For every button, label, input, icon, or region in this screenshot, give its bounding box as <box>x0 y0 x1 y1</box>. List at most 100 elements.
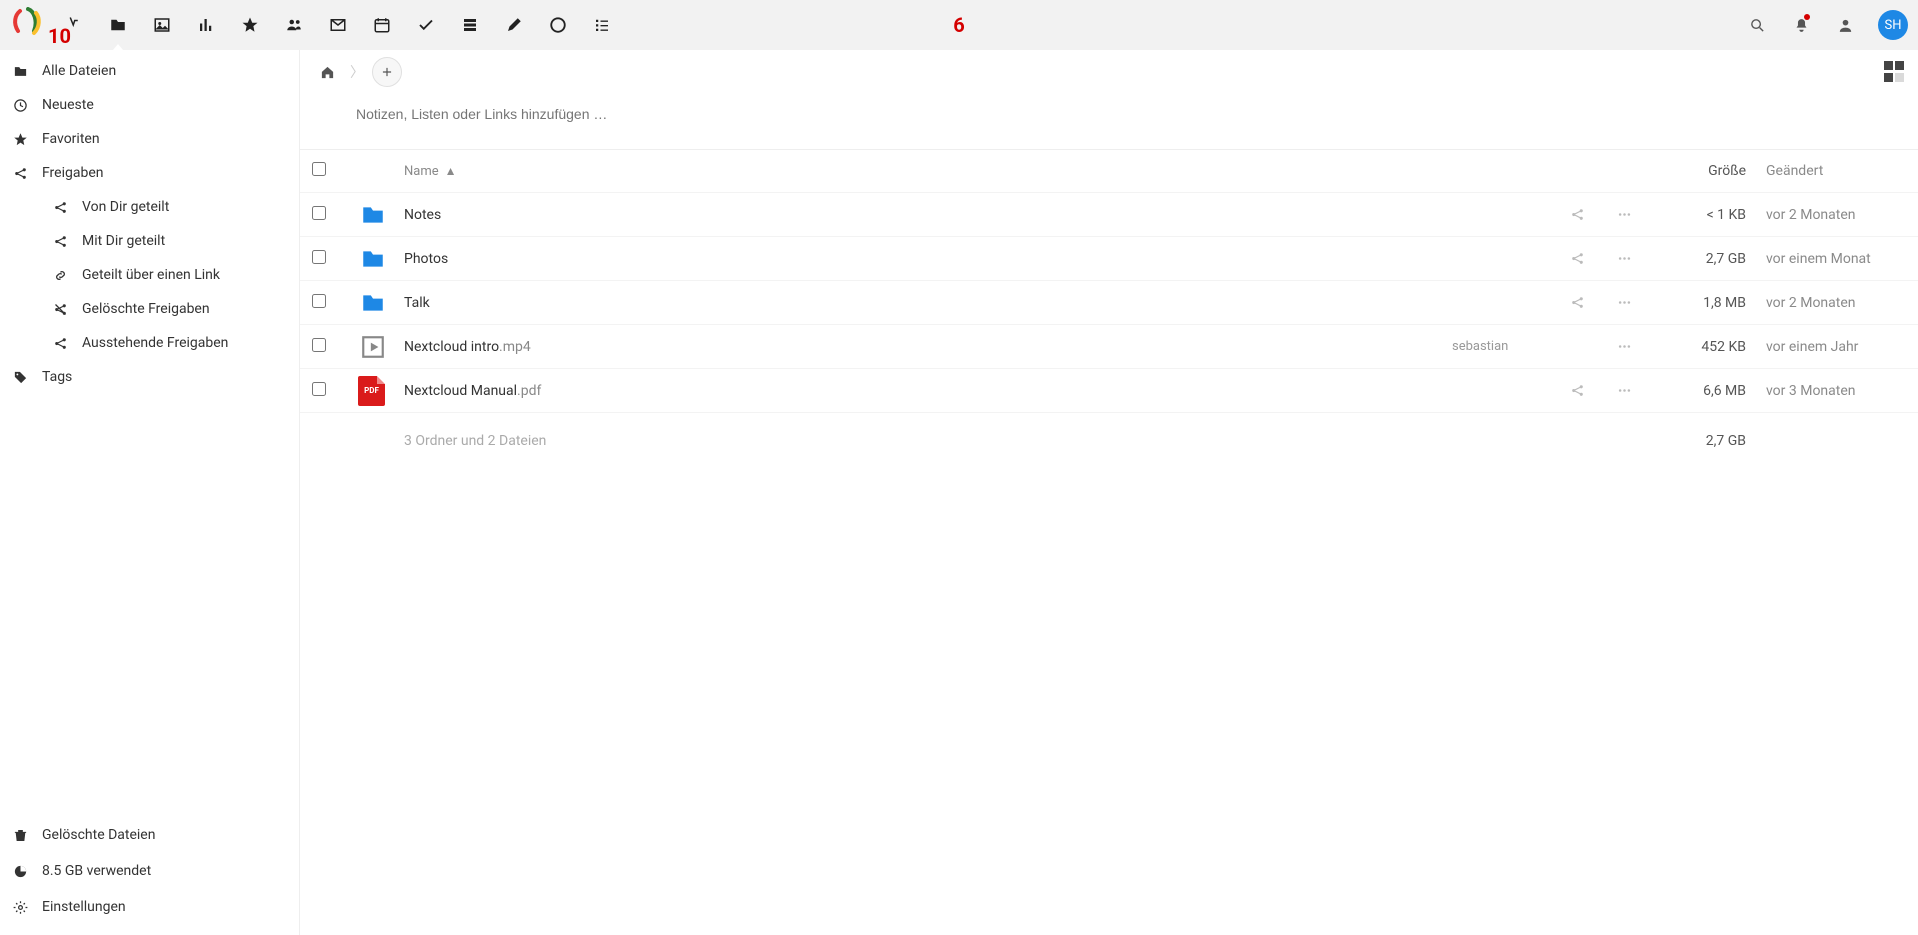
sidebar-item-trash[interactable]: Gelöschte Dateien <box>0 817 299 853</box>
file-row[interactable]: Notes< 1 KBvor 2 Monaten <box>300 193 1918 237</box>
topbar-right: SH <box>1740 8 1908 42</box>
file-modified: vor einem Monat <box>1756 251 1906 267</box>
sidebar-list: Alle Dateien Neueste Favoriten Freigaben… <box>0 54 299 394</box>
folder-icon <box>12 64 28 79</box>
tag-icon <box>12 370 28 385</box>
more-icon[interactable] <box>1602 251 1646 266</box>
app-contacts-icon[interactable] <box>272 0 316 50</box>
annotation-6: 6 <box>953 13 964 37</box>
breadcrumb: 〉 <box>300 50 1918 94</box>
sidebar-item-shares[interactable]: Freigaben <box>0 156 299 190</box>
row-checkbox[interactable] <box>312 250 326 264</box>
sidebar-label: Tags <box>42 369 72 385</box>
more-icon[interactable] <box>1602 295 1646 310</box>
app-deck-icon[interactable] <box>448 0 492 50</box>
row-checkbox[interactable] <box>312 382 326 396</box>
sidebar-subitem-deleted-shares[interactable]: Gelöschte Freigaben <box>0 292 299 326</box>
sidebar-subitem-shared-with-you[interactable]: Mit Dir geteilt <box>0 224 299 258</box>
app-calendar-icon[interactable] <box>360 0 404 50</box>
file-size: 452 KB <box>1646 339 1756 355</box>
app-talk-icon[interactable] <box>536 0 580 50</box>
sidebar-subitem-shared-link[interactable]: Geteilt über einen Link <box>0 258 299 292</box>
sidebar-item-tags[interactable]: Tags <box>0 360 299 394</box>
sidebar-item-all-files[interactable]: Alle Dateien <box>0 54 299 88</box>
content: Alle Dateien Neueste Favoriten Freigaben… <box>0 50 1918 935</box>
app-favorites-icon[interactable] <box>228 0 272 50</box>
app-mail-icon[interactable] <box>316 0 360 50</box>
app-stats-icon[interactable] <box>184 0 228 50</box>
sidebar-subitem-pending-shares[interactable]: Ausstehende Freigaben <box>0 326 299 360</box>
notification-dot <box>1804 14 1810 20</box>
link-icon <box>52 268 68 283</box>
select-all-checkbox[interactable] <box>312 162 326 176</box>
more-icon[interactable] <box>1602 207 1646 222</box>
file-name[interactable]: Notes <box>404 207 441 223</box>
file-row[interactable]: PDFNextcloud Manual.pdf6,6 MBvor 3 Monat… <box>300 369 1918 413</box>
add-button[interactable] <box>372 57 402 87</box>
trash-icon <box>12 828 28 843</box>
search-button[interactable] <box>1740 8 1774 42</box>
shared-by-label: sebastian <box>1452 339 1508 354</box>
sort-arrow-icon: ▲ <box>445 164 457 178</box>
sidebar-label: Einstellungen <box>42 899 126 915</box>
row-checkbox[interactable] <box>312 206 326 220</box>
topbar-apps <box>10 0 624 50</box>
more-icon[interactable] <box>1602 339 1646 354</box>
avatar[interactable]: SH <box>1878 10 1908 40</box>
file-modified: vor 2 Monaten <box>1756 207 1906 223</box>
sidebar-label: Neueste <box>42 97 94 113</box>
file-name[interactable]: Talk <box>404 295 430 311</box>
column-size[interactable]: Größe <box>1646 163 1756 179</box>
sidebar-sublabel: Mit Dir geteilt <box>82 233 165 249</box>
summary-size: 2,7 GB <box>1646 433 1756 449</box>
app-more-icon[interactable] <box>580 0 624 50</box>
sidebar-item-settings[interactable]: Einstellungen <box>0 889 299 925</box>
sidebar-subitem-shared-by-you[interactable]: Von Dir geteilt <box>0 190 299 224</box>
share-icon <box>52 200 68 215</box>
file-name[interactable]: Photos <box>404 251 448 267</box>
summary-text: 3 Ordner und 2 Dateien <box>404 433 1452 449</box>
file-thumb <box>358 334 404 360</box>
share-icon[interactable] <box>1552 207 1602 222</box>
notes-input[interactable] <box>356 106 1862 122</box>
app-photos-icon[interactable] <box>140 0 184 50</box>
row-checkbox[interactable] <box>312 294 326 308</box>
file-thumb <box>358 202 404 228</box>
unshare-icon <box>52 302 68 317</box>
star-icon <box>12 132 28 147</box>
share-icon[interactable] <box>1552 295 1602 310</box>
file-thumb: PDF <box>358 376 404 406</box>
share-icon <box>52 336 68 351</box>
app-tasks-icon[interactable] <box>404 0 448 50</box>
file-row[interactable]: Photos 2,7 GBvor einem Monat <box>300 237 1918 281</box>
share-icon[interactable] <box>1552 383 1602 398</box>
view-toggle-grid[interactable] <box>1884 61 1906 83</box>
share-icon <box>52 234 68 249</box>
column-modified[interactable]: Geändert <box>1756 163 1906 179</box>
file-row[interactable]: Nextcloud intro.mp4sebastian452 KBvor ei… <box>300 325 1918 369</box>
file-thumb <box>358 246 404 272</box>
column-name[interactable]: Name ▲ <box>404 164 1452 179</box>
notifications-button[interactable] <box>1784 8 1818 42</box>
file-name[interactable]: Nextcloud Manual.pdf <box>404 383 541 399</box>
home-icon[interactable] <box>312 57 342 87</box>
app-files-icon[interactable] <box>96 0 140 50</box>
annotation-10: 10 <box>48 24 71 48</box>
file-name[interactable]: Nextcloud intro.mp4 <box>404 339 531 355</box>
file-row[interactable]: Talk1,8 MBvor 2 Monaten <box>300 281 1918 325</box>
sidebar: Alle Dateien Neueste Favoriten Freigaben… <box>0 50 300 935</box>
sidebar-item-recent[interactable]: Neueste <box>0 88 299 122</box>
row-checkbox[interactable] <box>312 338 326 352</box>
app-logo[interactable] <box>10 7 46 43</box>
sidebar-item-favorites[interactable]: Favoriten <box>0 122 299 156</box>
file-size: 2,7 GB <box>1646 251 1756 267</box>
file-modified: vor 3 Monaten <box>1756 383 1906 399</box>
users-button[interactable] <box>1828 8 1862 42</box>
more-icon[interactable] <box>1602 383 1646 398</box>
app-notes-icon[interactable] <box>492 0 536 50</box>
sidebar-sublabel: Gelöschte Freigaben <box>82 301 210 317</box>
file-list-header: Name ▲ Größe Geändert <box>300 149 1918 193</box>
sidebar-item-quota[interactable]: 8.5 GB verwendet <box>0 853 299 889</box>
sidebar-label: 8.5 GB verwendet <box>42 863 151 879</box>
share-icon[interactable] <box>1552 251 1602 266</box>
